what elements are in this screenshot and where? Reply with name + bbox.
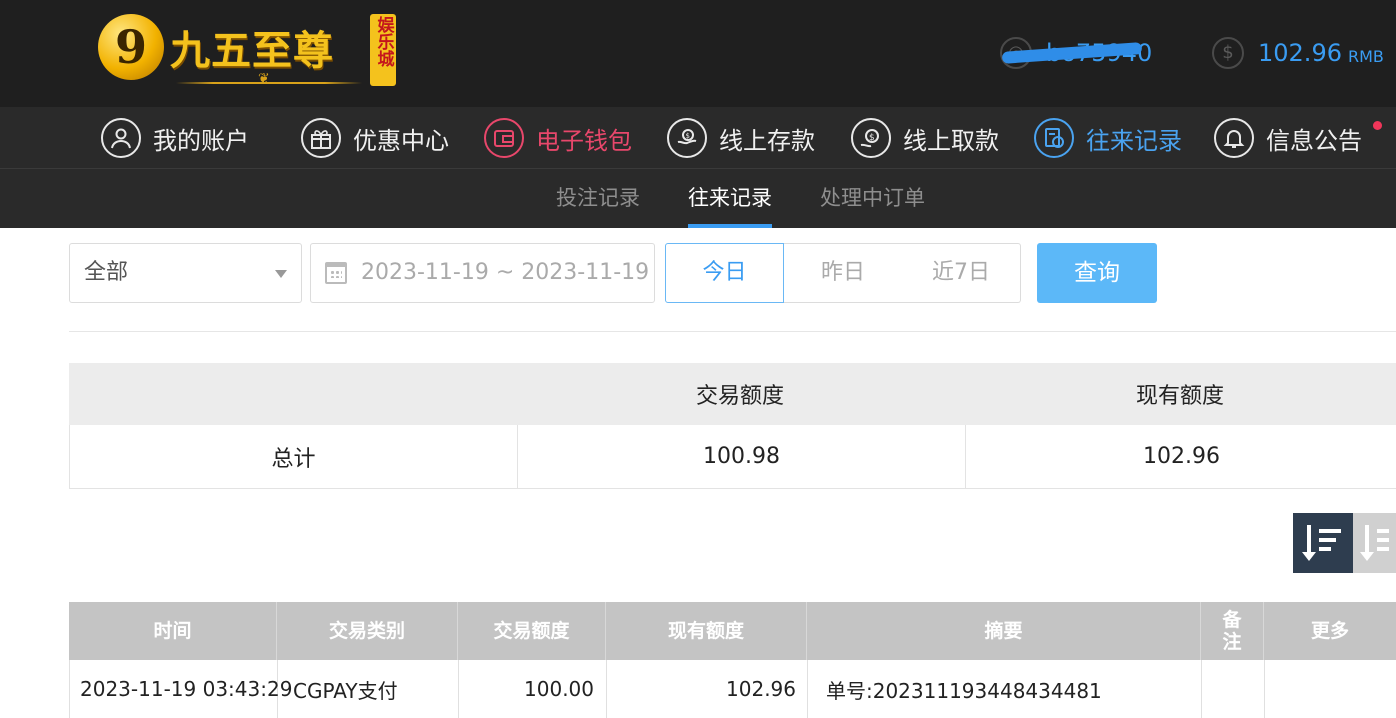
nav-transaction-records[interactable]: 往来记录 [1034, 117, 1182, 159]
records-icon [1034, 118, 1074, 158]
search-button[interactable]: 查询 [1037, 243, 1157, 303]
logo-tag: 娱乐城 [370, 14, 396, 86]
balance-unit: RMB [1347, 46, 1384, 66]
withdraw-icon: $ [851, 118, 891, 158]
divider [69, 331, 1396, 332]
col-note: 备注 [1201, 602, 1264, 660]
cell-summary: 单号:202311193448434481 [808, 660, 1202, 718]
user-info[interactable]: ◎ bo75940 [1000, 36, 1152, 70]
type-select[interactable]: 全部 [69, 243, 302, 303]
bell-icon [1214, 118, 1254, 158]
records-table: 时间 交易类别 交易额度 现有额度 摘要 备注 更多 2023-11-19 03… [69, 602, 1396, 718]
tab-bet-records[interactable]: 投注记录 [556, 169, 640, 228]
cell-time: 2023-11-19 03:43:29 [70, 660, 292, 718]
summary-total-balance: 102.96 [965, 425, 1396, 488]
summary-header-amount: 交易额度 [695, 384, 784, 409]
nav-e-wallet[interactable]: 电子钱包 [484, 117, 632, 159]
deposit-icon: $ [667, 118, 707, 158]
summary-header: 交易额度 现有额度 [69, 363, 1396, 425]
records-header: 时间 交易类别 交易额度 现有额度 摘要 备注 更多 [69, 602, 1396, 660]
tab-pending-orders[interactable]: 处理中订单 [820, 169, 925, 228]
notification-dot [1373, 121, 1382, 130]
nav-online-deposit[interactable]: $ 线上存款 [667, 117, 815, 159]
svg-text:$: $ [869, 133, 875, 143]
sort-asc-icon [1360, 525, 1396, 561]
quick-7days-button[interactable]: 近7日 [902, 243, 1021, 303]
cell-balance: 102.96 [607, 660, 808, 718]
main-nav: 我的账户 优惠中心 电子钱包 $ 线上存款 $ 线上取款 往来记录 信息公告 [0, 107, 1396, 169]
dollar-icon: $ [1212, 37, 1244, 69]
cell-note [1202, 660, 1265, 718]
col-type: 交易类别 [277, 602, 458, 660]
date-range-value: 2023-11-19 ~ 2023-11-19 [361, 260, 650, 285]
col-summary: 摘要 [807, 602, 1201, 660]
cell-type: CGPAY支付 [278, 660, 459, 718]
col-balance: 现有额度 [606, 602, 807, 660]
nav-my-account[interactable]: 我的账户 [101, 117, 249, 159]
col-amount: 交易额度 [458, 602, 606, 660]
summary-header-balance: 现有额度 [1135, 384, 1224, 409]
nav-online-withdraw[interactable]: $ 线上取款 [851, 117, 999, 159]
calendar-icon [325, 262, 347, 284]
nav-announcements[interactable]: 信息公告 [1214, 117, 1362, 159]
type-select-value: 全部 [84, 260, 129, 285]
cell-amount: 100.00 [459, 660, 607, 718]
top-header: 9 九五至尊 娱乐城 ◎ bo75940 $ 102.96 RMB [0, 0, 1396, 107]
site-logo[interactable]: 9 九五至尊 娱乐城 [98, 12, 398, 92]
username: bo75940 [1001, 39, 1152, 67]
sub-nav: 投注记录 往来记录 处理中订单 [0, 169, 1396, 228]
logo-ornament [176, 71, 362, 88]
svg-text:$: $ [686, 132, 690, 140]
col-more: 更多 [1310, 620, 1349, 642]
logo-badge: 9 [98, 14, 164, 80]
summary-table: 交易额度 现有额度 总计 100.98 102.96 [69, 363, 1396, 489]
gift-icon [301, 118, 341, 158]
cell-more[interactable] [1265, 660, 1396, 718]
sort-descending-button[interactable] [1293, 513, 1353, 573]
user-icon [101, 118, 141, 158]
summary-total-label: 总计 [271, 446, 316, 472]
nav-promotions[interactable]: 优惠中心 [301, 117, 449, 159]
balance-value: 102.96 [1258, 39, 1342, 67]
date-range-input[interactable]: 2023-11-19 ~ 2023-11-19 [310, 243, 655, 303]
table-row: 2023-11-19 03:43:29 CGPAY支付 100.00 102.9… [69, 660, 1396, 718]
quick-today-button[interactable]: 今日 [665, 243, 784, 303]
balance-info[interactable]: $ 102.96 RMB [1212, 36, 1384, 70]
quick-yesterday-button[interactable]: 昨日 [784, 243, 903, 303]
sort-ascending-button[interactable] [1353, 513, 1396, 573]
wallet-icon [484, 118, 524, 158]
summary-row: 总计 100.98 102.96 [69, 425, 1396, 489]
summary-header-empty [69, 363, 516, 425]
col-time: 时间 [69, 602, 277, 660]
summary-total-amount: 100.98 [517, 425, 965, 488]
chevron-down-icon [275, 270, 287, 278]
logo-title: 九五至尊 [170, 27, 334, 74]
tab-transaction-records[interactable]: 往来记录 [688, 169, 772, 228]
sort-desc-icon [1302, 525, 1343, 561]
